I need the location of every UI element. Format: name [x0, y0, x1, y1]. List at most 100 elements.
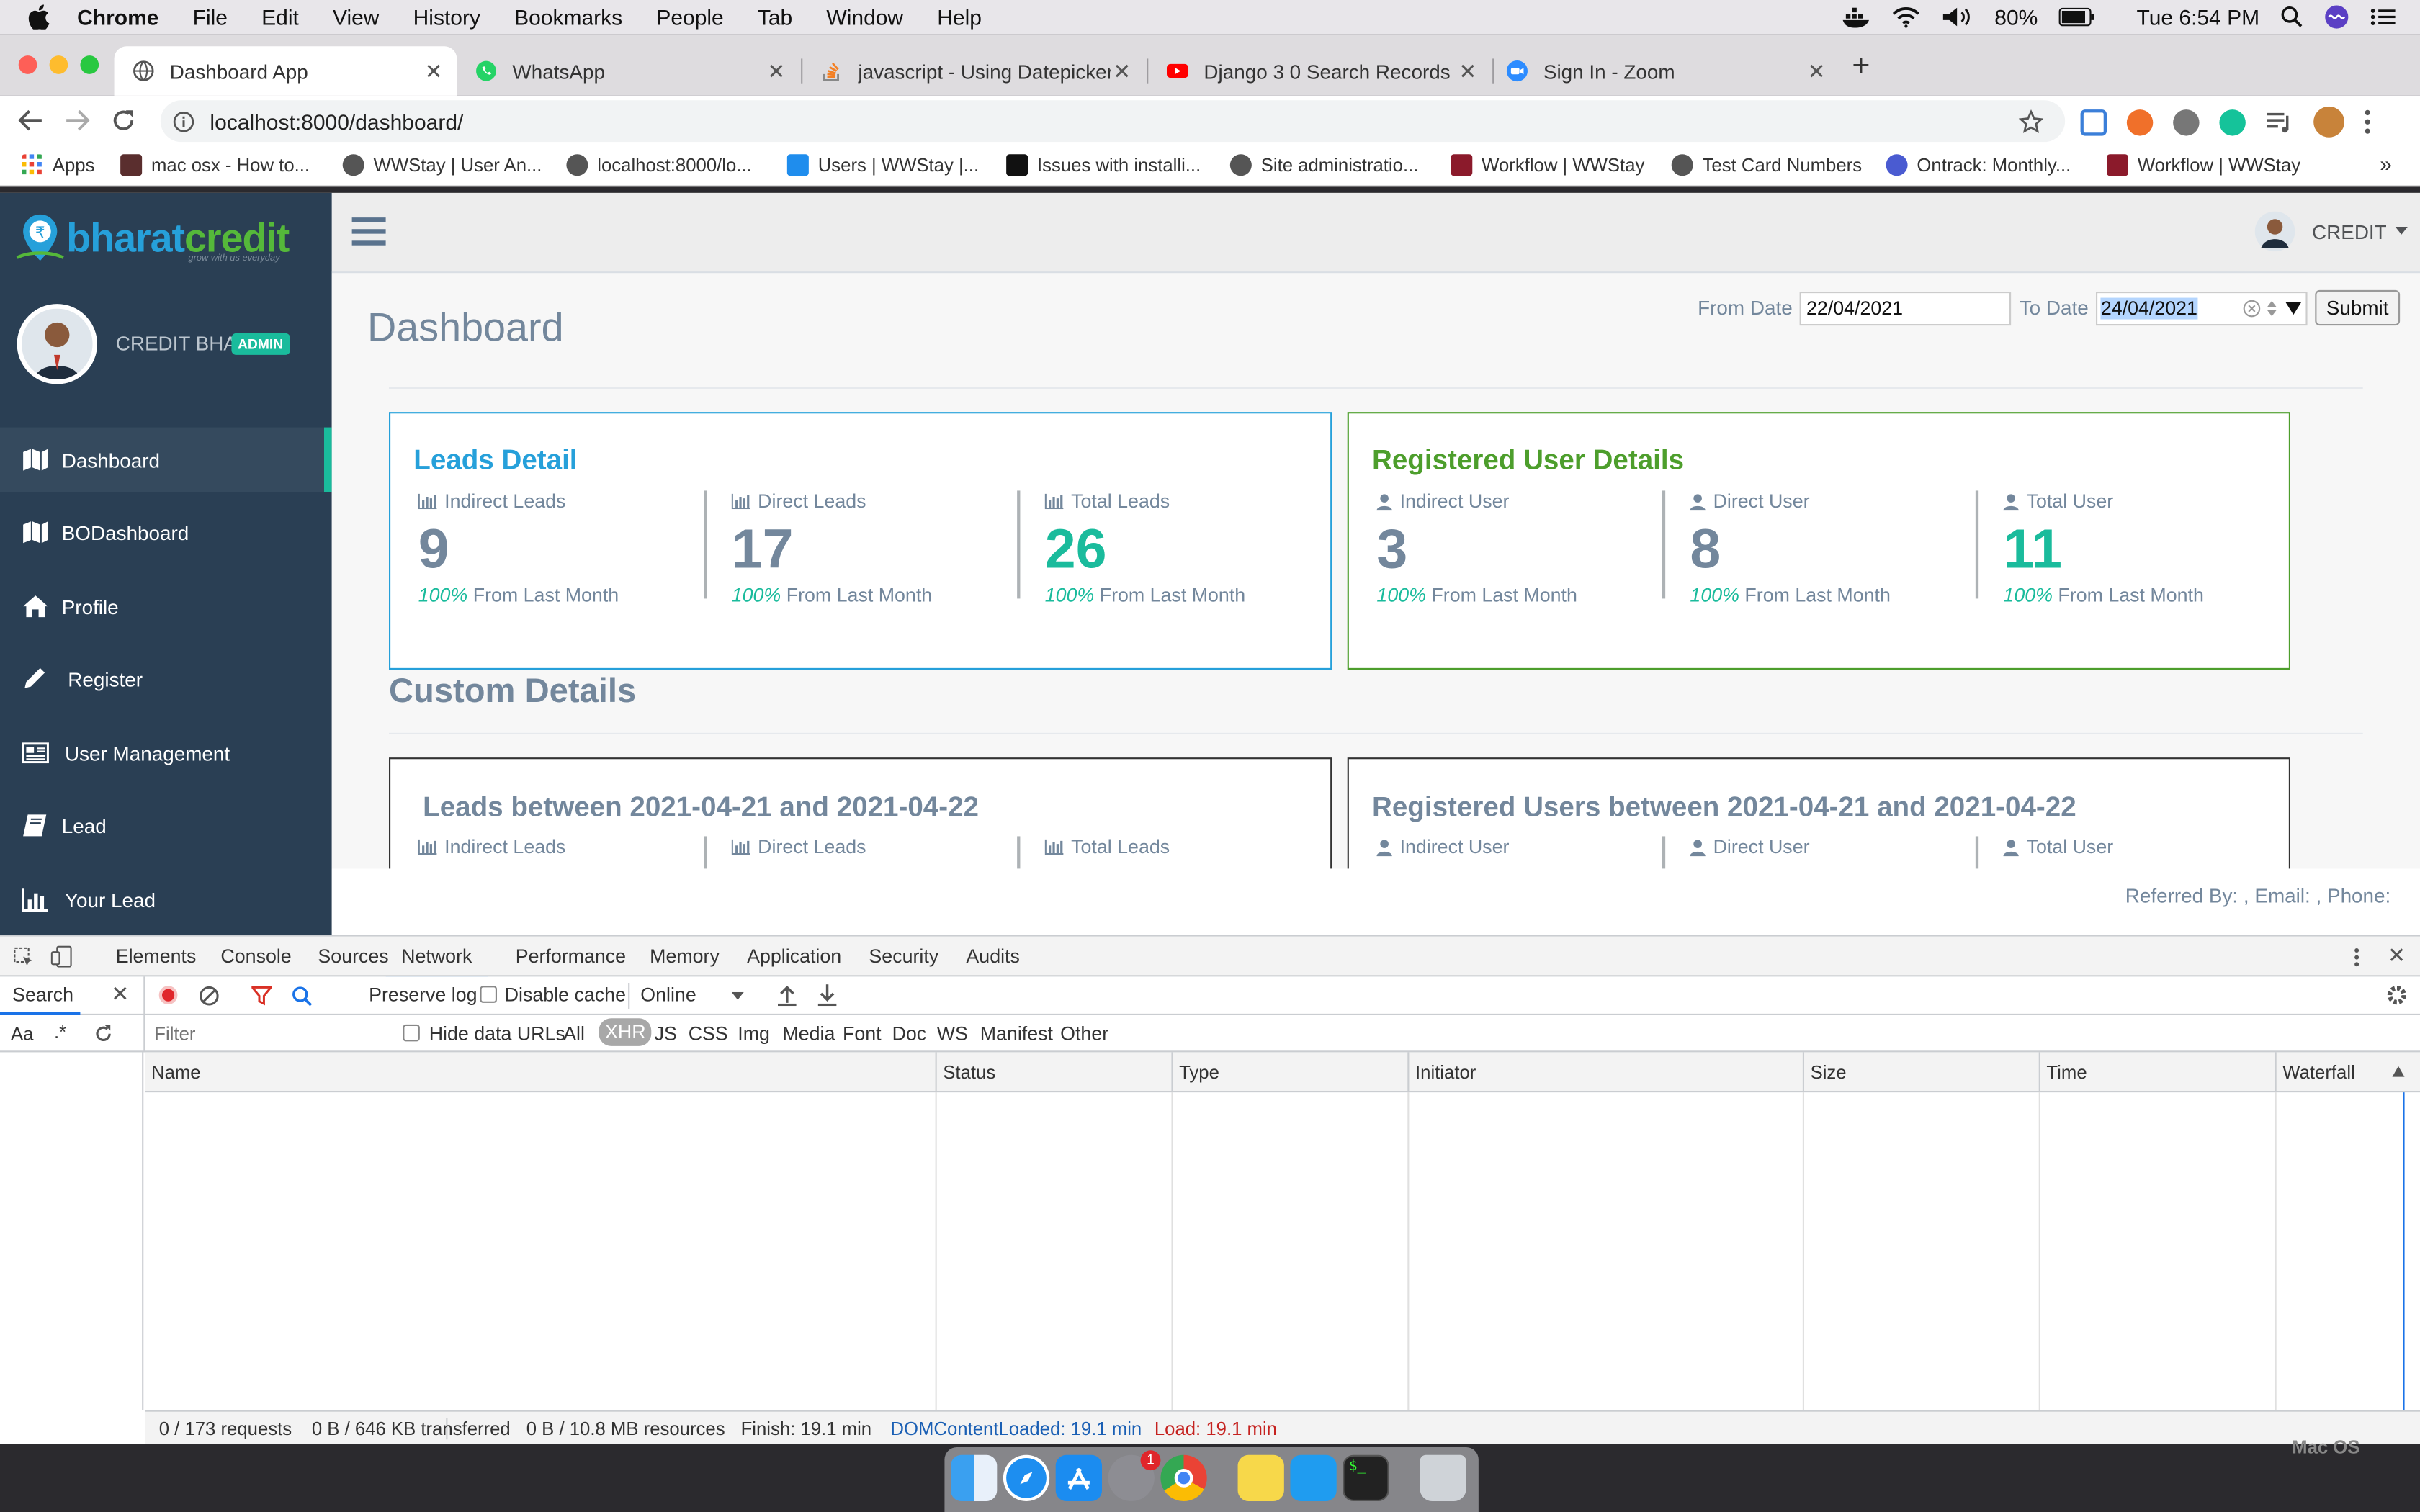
siri-icon[interactable] [2324, 4, 2349, 29]
sidebar-item-user-management[interactable]: User Management [0, 721, 332, 786]
menubar-clock[interactable]: Tue 6:54 PM [2136, 4, 2259, 29]
bookmark-item[interactable]: Test Card Numbers [1671, 154, 1862, 176]
search-pane-tab[interactable]: Search [12, 984, 73, 1006]
type-filter-css[interactable]: CSS [689, 1023, 728, 1045]
type-filter-all[interactable]: All [563, 1023, 585, 1045]
preserve-log-label[interactable]: Preserve log [369, 984, 477, 1006]
forward-icon[interactable] [65, 109, 90, 131]
sidebar-item-your-lead[interactable]: Your Lead [0, 867, 332, 932]
menu-history[interactable]: History [413, 4, 480, 29]
tab-stackoverflow[interactable]: javascript - Using Datepicker (f ✕ [802, 46, 1145, 96]
type-filter-doc[interactable]: Doc [892, 1023, 927, 1045]
settings-gear-icon[interactable] [2386, 984, 2408, 1006]
tab-dashboard-app[interactable]: Dashboard App ✕ [114, 46, 457, 96]
tab-close-icon[interactable]: ✕ [1806, 58, 1827, 84]
disable-cache-label[interactable]: Disable cache [505, 984, 626, 1006]
sidebar-item-register[interactable]: Register [0, 647, 332, 711]
record-button[interactable] [158, 986, 178, 1004]
column-name[interactable]: Name [145, 1052, 201, 1092]
throttling-select[interactable]: Online [640, 984, 696, 1006]
filter-icon[interactable] [251, 986, 272, 1006]
menu-tab[interactable]: Tab [758, 4, 792, 29]
match-case-toggle[interactable]: Aa [11, 1023, 33, 1045]
browser-menu-icon[interactable] [2365, 109, 2371, 134]
bookmarks-overflow-icon[interactable]: » [2380, 151, 2392, 176]
devtools-close-icon[interactable]: ✕ [2388, 942, 2406, 968]
devtools-tab-audits[interactable]: Audits [966, 946, 1019, 968]
new-tab-button[interactable]: + [1852, 50, 1870, 85]
bookmark-star-icon[interactable] [2018, 109, 2044, 133]
menu-help[interactable]: Help [937, 4, 982, 29]
regex-toggle[interactable]: .* [54, 1022, 66, 1043]
search-icon[interactable] [292, 986, 312, 1007]
type-filter-font[interactable]: Font [843, 1023, 882, 1045]
clear-icon[interactable] [199, 986, 219, 1006]
filter-input[interactable] [149, 1020, 385, 1048]
spotlight-icon[interactable] [2281, 6, 2303, 28]
search-pane-close-icon[interactable]: ✕ [111, 981, 129, 1007]
info-icon[interactable] [173, 110, 194, 132]
devtools-tab-performance[interactable]: Performance [516, 946, 626, 968]
address-bar[interactable]: localhost:8000/dashboard/ [160, 100, 2066, 143]
submit-button[interactable]: Submit [2315, 289, 2400, 326]
devtools-tab-sources[interactable]: Sources [318, 946, 388, 968]
bookmark-item[interactable]: Site administratio... [1229, 154, 1418, 176]
export-har-icon[interactable] [817, 984, 837, 1007]
devtools-more-icon[interactable] [2354, 948, 2360, 968]
sidebar-item-lead[interactable]: Lead [0, 793, 332, 858]
type-filter-img[interactable]: Img [738, 1023, 770, 1045]
column-size[interactable]: Size [1802, 1052, 2039, 1093]
extension-screenshot-icon[interactable] [2080, 109, 2107, 135]
type-filter-xhr[interactable]: XHR [599, 1018, 653, 1046]
battery-icon[interactable] [2059, 7, 2096, 27]
bookmark-item[interactable]: Users | WWStay |... [786, 154, 979, 176]
avatar[interactable] [17, 304, 98, 384]
profile-avatar[interactable] [2313, 106, 2344, 138]
sidebar-item-bodashboard[interactable]: BODashboard [0, 500, 332, 564]
devtools-tab-memory[interactable]: Memory [650, 946, 720, 968]
safari-icon[interactable] [1003, 1454, 1050, 1501]
sidebar-item-dashboard[interactable]: Dashboard [0, 427, 332, 492]
hide-data-urls-checkbox[interactable] [403, 1024, 420, 1042]
column-status[interactable]: Status [935, 1052, 1172, 1093]
zoom-window-button[interactable] [80, 55, 99, 74]
tab-zoom[interactable]: Sign In - Zoom ✕ [1488, 46, 1840, 96]
menu-people[interactable]: People [656, 4, 723, 29]
trash-icon[interactable] [1420, 1454, 1466, 1501]
refresh-search-icon[interactable] [94, 1025, 113, 1043]
menu-file[interactable]: File [193, 4, 228, 29]
devtools-tab-console[interactable]: Console [220, 946, 291, 968]
hide-data-urls-label[interactable]: Hide data URLs [429, 1023, 565, 1045]
devtools-tab-application[interactable]: Application [747, 946, 841, 968]
menu-app-name[interactable]: Chrome [77, 4, 158, 29]
media-controls-icon[interactable] [2266, 109, 2294, 134]
grammarly-icon[interactable] [2219, 109, 2246, 135]
from-date-input[interactable] [1800, 290, 2012, 325]
column-type[interactable]: Type [1171, 1052, 1407, 1093]
tab-close-icon[interactable]: ✕ [766, 58, 787, 84]
tab-close-icon[interactable]: ✕ [1111, 58, 1133, 84]
bookmark-item[interactable]: mac osx - How to... [120, 154, 310, 176]
tab-close-icon[interactable]: ✕ [423, 58, 444, 84]
bookmark-apps[interactable]: Apps [22, 154, 94, 176]
brand-logo[interactable]: ₹ bharatcredit grow with us everyday [0, 192, 332, 274]
disable-cache-checkbox[interactable] [480, 986, 497, 1003]
app-store-icon[interactable] [1055, 1454, 1102, 1501]
bookmark-item[interactable]: Workflow | WWStay [1451, 154, 1644, 176]
devtools-tab-network[interactable]: Network [385, 946, 488, 980]
terminal-icon[interactable]: $_ [1343, 1454, 1389, 1501]
bookmark-item[interactable]: Ontrack: Monthly... [1886, 154, 2071, 176]
volume-icon[interactable] [1942, 6, 1973, 28]
tab-youtube[interactable]: Django 3 0 Search Records Be ✕ [1148, 46, 1491, 96]
chrome-icon[interactable] [1160, 1454, 1207, 1501]
tab-whatsapp[interactable]: WhatsApp ✕ [457, 46, 799, 96]
type-filter-media[interactable]: Media [782, 1023, 835, 1045]
tab-close-icon[interactable]: ✕ [1457, 58, 1479, 84]
bookmark-item[interactable]: Issues with installi... [1006, 154, 1201, 176]
user-dropdown[interactable]: CREDIT [2254, 211, 2408, 252]
column-time[interactable]: Time [2038, 1052, 2275, 1093]
chevron-down-icon[interactable] [731, 991, 744, 1002]
type-filter-ws[interactable]: WS [937, 1023, 968, 1045]
devtools-tab-security[interactable]: Security [869, 946, 938, 968]
column-initiator[interactable]: Initiator [1407, 1052, 1803, 1093]
